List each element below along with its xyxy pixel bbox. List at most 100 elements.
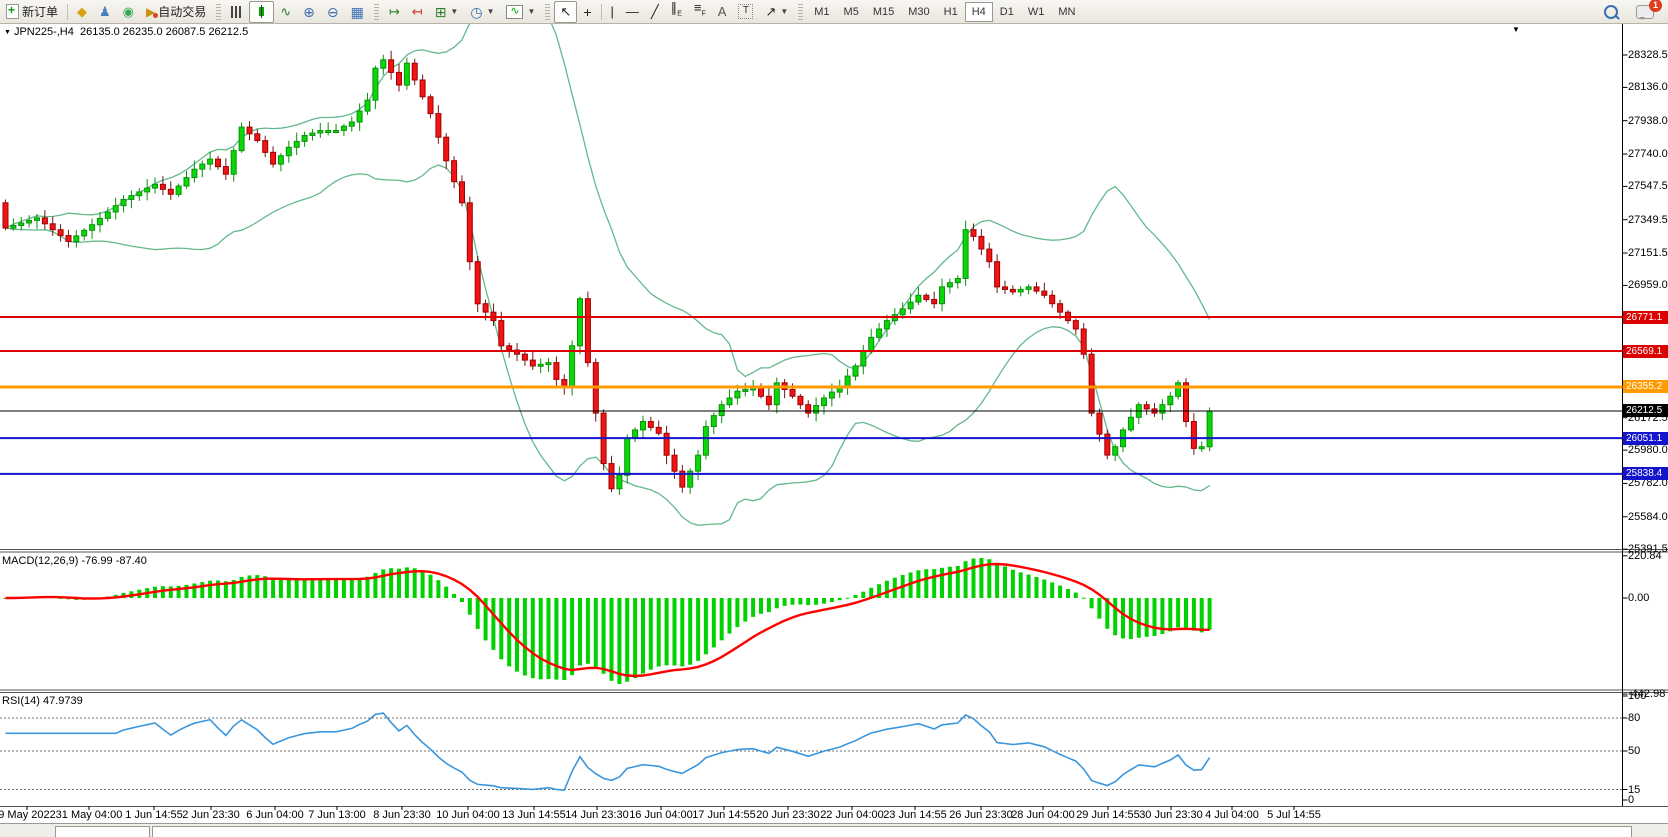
rsi-pane <box>0 713 1622 790</box>
status-bar <box>0 823 1668 837</box>
timeframe-group: M1M5M15M30H1H4D1W1MN <box>807 2 1082 22</box>
notification-badge: 1 <box>1649 0 1662 12</box>
equidistant-channel-button[interactable]: ∥E <box>665 1 688 23</box>
text-label-button[interactable]: T <box>732 1 759 23</box>
timeframe-mn[interactable]: MN <box>1051 2 1082 22</box>
time-tick-label: 22 Jun 04:00 <box>820 809 884 821</box>
macd-tick-label: 220.84 <box>1628 550 1662 562</box>
market-watch-button[interactable]: ◆ <box>71 1 93 23</box>
price-tick-label: 27547.5 <box>1628 180 1668 192</box>
price-tick-label: 27938.0 <box>1628 115 1668 127</box>
indicators-button[interactable]: ∿▼ <box>500 1 541 23</box>
chart-shift-marker-icon[interactable]: ▼ <box>1512 25 1520 34</box>
time-tick-label: 28 Jun 04:00 <box>1011 809 1075 821</box>
mt4-window: 新订单 ◆ ♟ ◉ ▶ 自动交易 ∿ ⊕ ⊖ ▦ ↦ ↤ ⊞▼ ◷▼ ∿▼ ↖ … <box>0 0 1668 837</box>
status-panel <box>152 826 1632 837</box>
new-order-button[interactable]: 新订单 <box>0 1 64 23</box>
cursor-button[interactable]: ↖ <box>554 1 577 23</box>
status-panel <box>55 826 150 837</box>
chart-canvas[interactable] <box>0 0 1668 837</box>
profiles-clock-icon: ◷ <box>470 4 482 20</box>
search-icon[interactable] <box>1604 5 1618 19</box>
time-tick-label: 1 Jun 14:55 <box>125 809 183 821</box>
time-tick-label: 20 Jun 23:30 <box>756 809 820 821</box>
time-tick-label: 16 Jun 04:00 <box>629 809 693 821</box>
equidistant-channel-icon: ∥E <box>671 0 682 23</box>
arrows-button[interactable]: ↗▼ <box>759 1 794 23</box>
horizontal-line-button[interactable]: — <box>620 1 645 23</box>
zoom-in-button[interactable]: ⊕ <box>297 1 321 23</box>
zoom-out-button[interactable]: ⊖ <box>321 1 345 23</box>
timeframe-d1[interactable]: D1 <box>993 2 1021 22</box>
text-label-icon: T <box>738 4 753 19</box>
timeframe-m30[interactable]: M30 <box>901 2 936 22</box>
toolbar-grip <box>545 4 550 20</box>
bar-chart-button[interactable] <box>225 1 249 23</box>
time-tick-label: 14 Jun 23:30 <box>565 809 629 821</box>
time-tick-label: 30 Jun 23:30 <box>1139 809 1203 821</box>
macd-pane <box>4 558 1212 684</box>
dropdown-caret: ▼ <box>487 7 495 16</box>
chart-shift-icon: ↤ <box>412 4 423 20</box>
candlestick-chart-icon <box>255 5 268 18</box>
rsi-tick-label: 50 <box>1628 745 1640 757</box>
chart-symbol-period: JPN225-,H4 <box>14 26 74 38</box>
chart-shift-button[interactable]: ↤ <box>406 1 429 23</box>
vertical-line-button[interactable]: | <box>605 1 620 23</box>
time-tick-label: 26 Jun 23:30 <box>949 809 1013 821</box>
rsi-tick-label: 0 <box>1628 794 1634 806</box>
toolbar-right: 1 <box>1604 5 1654 19</box>
candlestick-chart-button[interactable] <box>249 1 274 23</box>
toolbar-separator <box>601 4 602 20</box>
timeframe-m1[interactable]: M1 <box>807 2 836 22</box>
trendline-icon: ╱ <box>651 4 659 20</box>
time-tick-label: 29 Jun 14:55 <box>1076 809 1140 821</box>
crosshair-button[interactable]: + <box>577 1 597 23</box>
timeframe-w1[interactable]: W1 <box>1021 2 1052 22</box>
cursor-icon: ↖ <box>560 4 571 20</box>
price-tick-label: 25980.0 <box>1628 444 1668 456</box>
time-tick-label: 10 Jun 04:00 <box>436 809 500 821</box>
toolbar-grip <box>216 4 221 20</box>
timeframe-m15[interactable]: M15 <box>866 2 901 22</box>
new-order-label: 新订单 <box>22 3 58 20</box>
auto-scroll-button[interactable]: ↦ <box>383 1 406 23</box>
crosshair-icon: + <box>583 4 591 20</box>
time-tick-label: 5 Jul 14:55 <box>1267 809 1321 821</box>
new-chart-icon: ⊞ <box>435 4 447 20</box>
auto-trading-icon: ▶ <box>146 4 155 20</box>
profiles-button[interactable]: ◷▼ <box>464 1 500 23</box>
time-tick-label: 9 May 2022 <box>0 809 56 821</box>
fibonacci-button[interactable]: ≡F <box>688 1 712 23</box>
navigator-button[interactable]: ◉ <box>117 1 140 23</box>
zoom-out-icon: ⊖ <box>327 4 339 20</box>
time-tick-label: 31 May 04:00 <box>56 809 123 821</box>
price-line-badge: 25838.4 <box>1623 467 1668 480</box>
rsi-tick-label: 100 <box>1628 690 1646 702</box>
timeframe-h4[interactable]: H4 <box>965 2 993 22</box>
price-tick-label: 28328.5 <box>1628 49 1668 61</box>
time-tick-label: 17 Jun 14:55 <box>692 809 756 821</box>
tile-windows-icon: ▦ <box>351 4 364 20</box>
market-watch-icon: ◆ <box>77 4 87 20</box>
tile-windows-button[interactable]: ▦ <box>345 1 370 23</box>
price-tick-label: 28136.0 <box>1628 81 1668 93</box>
price-line-badge: 26771.1 <box>1623 311 1668 324</box>
auto-trading-button[interactable]: ▶ 自动交易 <box>140 1 212 23</box>
text-button[interactable]: A <box>712 1 733 23</box>
chat-icon[interactable]: 1 <box>1636 5 1654 19</box>
trendline-button[interactable]: ╱ <box>645 1 665 23</box>
line-chart-button[interactable]: ∿ <box>274 1 297 23</box>
toolbar-separator <box>67 4 68 20</box>
candlesticks <box>3 51 1212 495</box>
dropdown-caret: ▼ <box>450 7 458 16</box>
new-chart-button[interactable]: ⊞▼ <box>429 1 465 23</box>
timeframe-m5[interactable]: M5 <box>837 2 866 22</box>
timeframe-h1[interactable]: H1 <box>937 2 965 22</box>
price-line-badge: 26051.1 <box>1623 432 1668 445</box>
data-window-button[interactable]: ♟ <box>93 1 117 23</box>
time-tick-label: 7 Jun 13:00 <box>308 809 366 821</box>
data-window-icon: ♟ <box>99 4 111 20</box>
fibonacci-icon: ≡F <box>694 0 706 23</box>
macd-indicator-label: MACD(12,26,9) -76.99 -87.40 <box>2 555 147 567</box>
